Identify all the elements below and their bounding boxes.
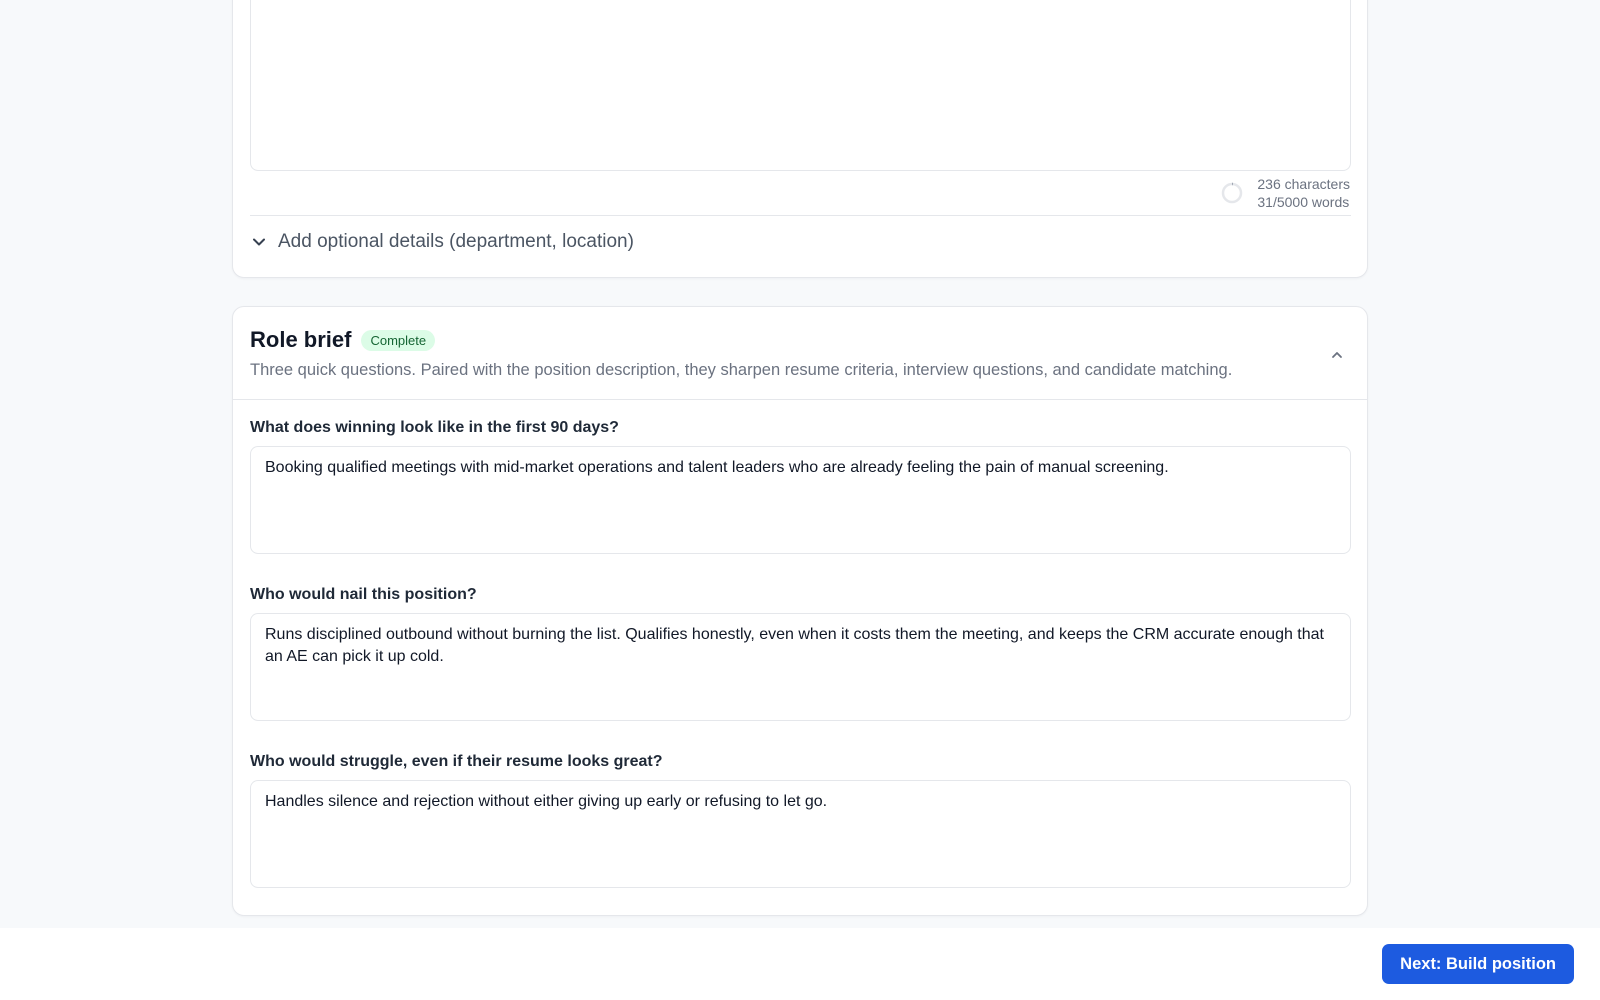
next-build-position-button[interactable]: Next: Build position [1382, 944, 1574, 984]
question-label: What does winning look like in the first… [250, 419, 619, 436]
question-label: Who would struggle, even if their resume… [250, 753, 663, 770]
position-description-textarea[interactable] [250, 0, 1351, 171]
status-badge: Complete [361, 329, 436, 351]
role-brief-card: Role brief Complete Three quick question… [232, 306, 1368, 916]
question-block: What does winning look like in the first… [250, 419, 1351, 554]
word-counter: 236 characters 31/5000 words [1221, 175, 1350, 211]
chevron-up-icon [1332, 352, 1342, 358]
divider [250, 215, 1351, 216]
chevron-down-icon [253, 238, 265, 246]
struggling-candidate-field[interactable]: Handles silence and rejection without ei… [250, 780, 1351, 888]
position-description-card: 236 characters 31/5000 words Add optiona… [232, 0, 1368, 278]
word-count: 31/5000 words [1257, 194, 1350, 210]
footer-bar: Next: Build position [0, 928, 1600, 1000]
role-brief-header: Role brief Complete Three quick question… [250, 327, 1350, 380]
ideal-candidate-field[interactable]: Runs disciplined outbound without burnin… [250, 613, 1351, 721]
character-count: 236 characters [1257, 176, 1350, 192]
first-90-days-field[interactable]: Booking qualified meetings with mid-mark… [250, 446, 1351, 554]
collapse-button[interactable] [1325, 343, 1349, 367]
divider [233, 399, 1367, 400]
role-brief-subtitle: Three quick questions. Paired with the p… [250, 361, 1233, 379]
optional-details-toggle[interactable]: Add optional details (department, locati… [250, 231, 634, 253]
question-block: Who would struggle, even if their resume… [250, 753, 1351, 888]
role-brief-title: Role brief [250, 327, 352, 352]
question-label: Who would nail this position? [250, 586, 477, 603]
optional-details-label: Add optional details (department, locati… [278, 231, 634, 252]
progress-ring-icon [1222, 182, 1243, 204]
question-block: Who would nail this position? Runs disci… [250, 586, 1351, 721]
